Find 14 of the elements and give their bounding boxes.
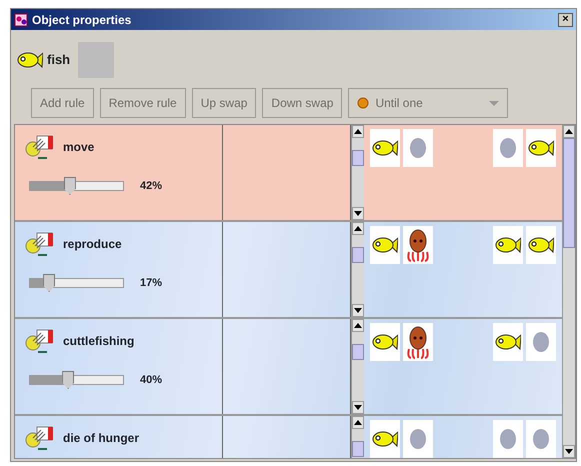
rule-name: die of hunger	[63, 430, 139, 447]
window-title: Object properties	[32, 12, 132, 28]
slider-reading: 17%	[140, 276, 162, 291]
object-name: fish	[47, 51, 70, 70]
slider-reading: 40%	[140, 372, 162, 388]
rule-row[interactable]: reproduce 17%	[15, 222, 562, 319]
slider-reading: 42%	[140, 178, 162, 194]
rule-row[interactable]: cuttlefishing 40%	[15, 319, 562, 416]
rule-name: move	[63, 139, 94, 156]
rule-name: cuttlefishing	[63, 333, 134, 350]
rule-row[interactable]: move 42%	[15, 125, 562, 222]
rule-row[interactable]: die of hunger	[15, 416, 562, 458]
close-button[interactable]: ×	[558, 12, 573, 26]
rule-name: reproduce	[63, 236, 122, 253]
